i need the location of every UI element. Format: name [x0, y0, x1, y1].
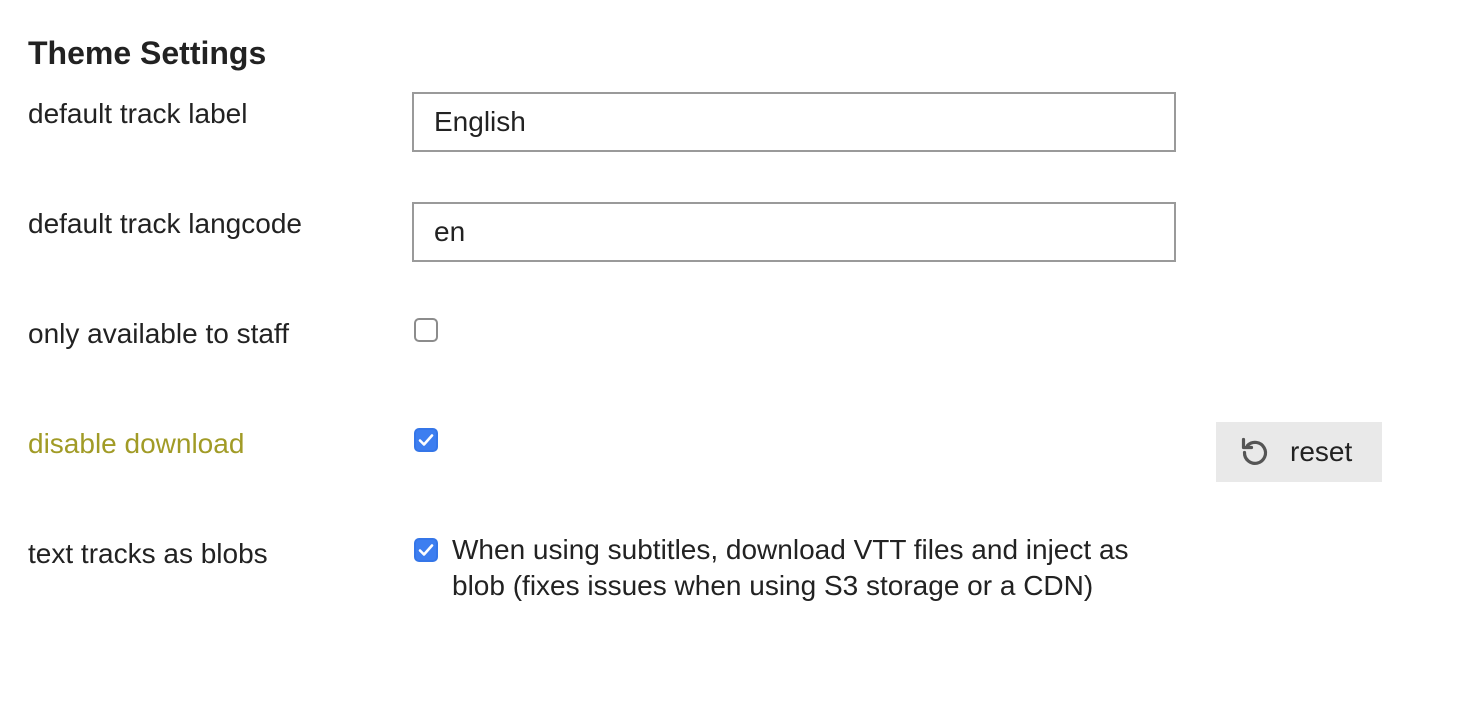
- reset-button-label: reset: [1290, 436, 1353, 467]
- checkmark-icon: [418, 544, 434, 556]
- disable-download-label: disable download: [28, 428, 245, 459]
- disable-download-reset-button[interactable]: reset: [1216, 422, 1382, 482]
- disable-download-checkbox[interactable]: [414, 428, 438, 452]
- checkmark-icon: [418, 434, 434, 446]
- text-tracks-as-blobs-description: When using subtitles, download VTT files…: [452, 534, 1129, 601]
- default-track-label-input[interactable]: [412, 92, 1176, 152]
- text-tracks-as-blobs-checkbox[interactable]: [414, 538, 438, 562]
- page-title: Theme Settings: [28, 35, 267, 71]
- theme-settings-page: Theme Settings default track label defau…: [0, 0, 1472, 728]
- only-available-to-staff-checkbox[interactable]: [414, 318, 438, 342]
- default-track-langcode-label: default track langcode: [28, 208, 302, 239]
- text-tracks-as-blobs-label: text tracks as blobs: [28, 538, 268, 569]
- undo-icon: [1238, 435, 1272, 469]
- only-available-to-staff-label: only available to staff: [28, 318, 289, 349]
- default-track-label-label: default track label: [28, 98, 248, 129]
- default-track-langcode-input[interactable]: [412, 202, 1176, 262]
